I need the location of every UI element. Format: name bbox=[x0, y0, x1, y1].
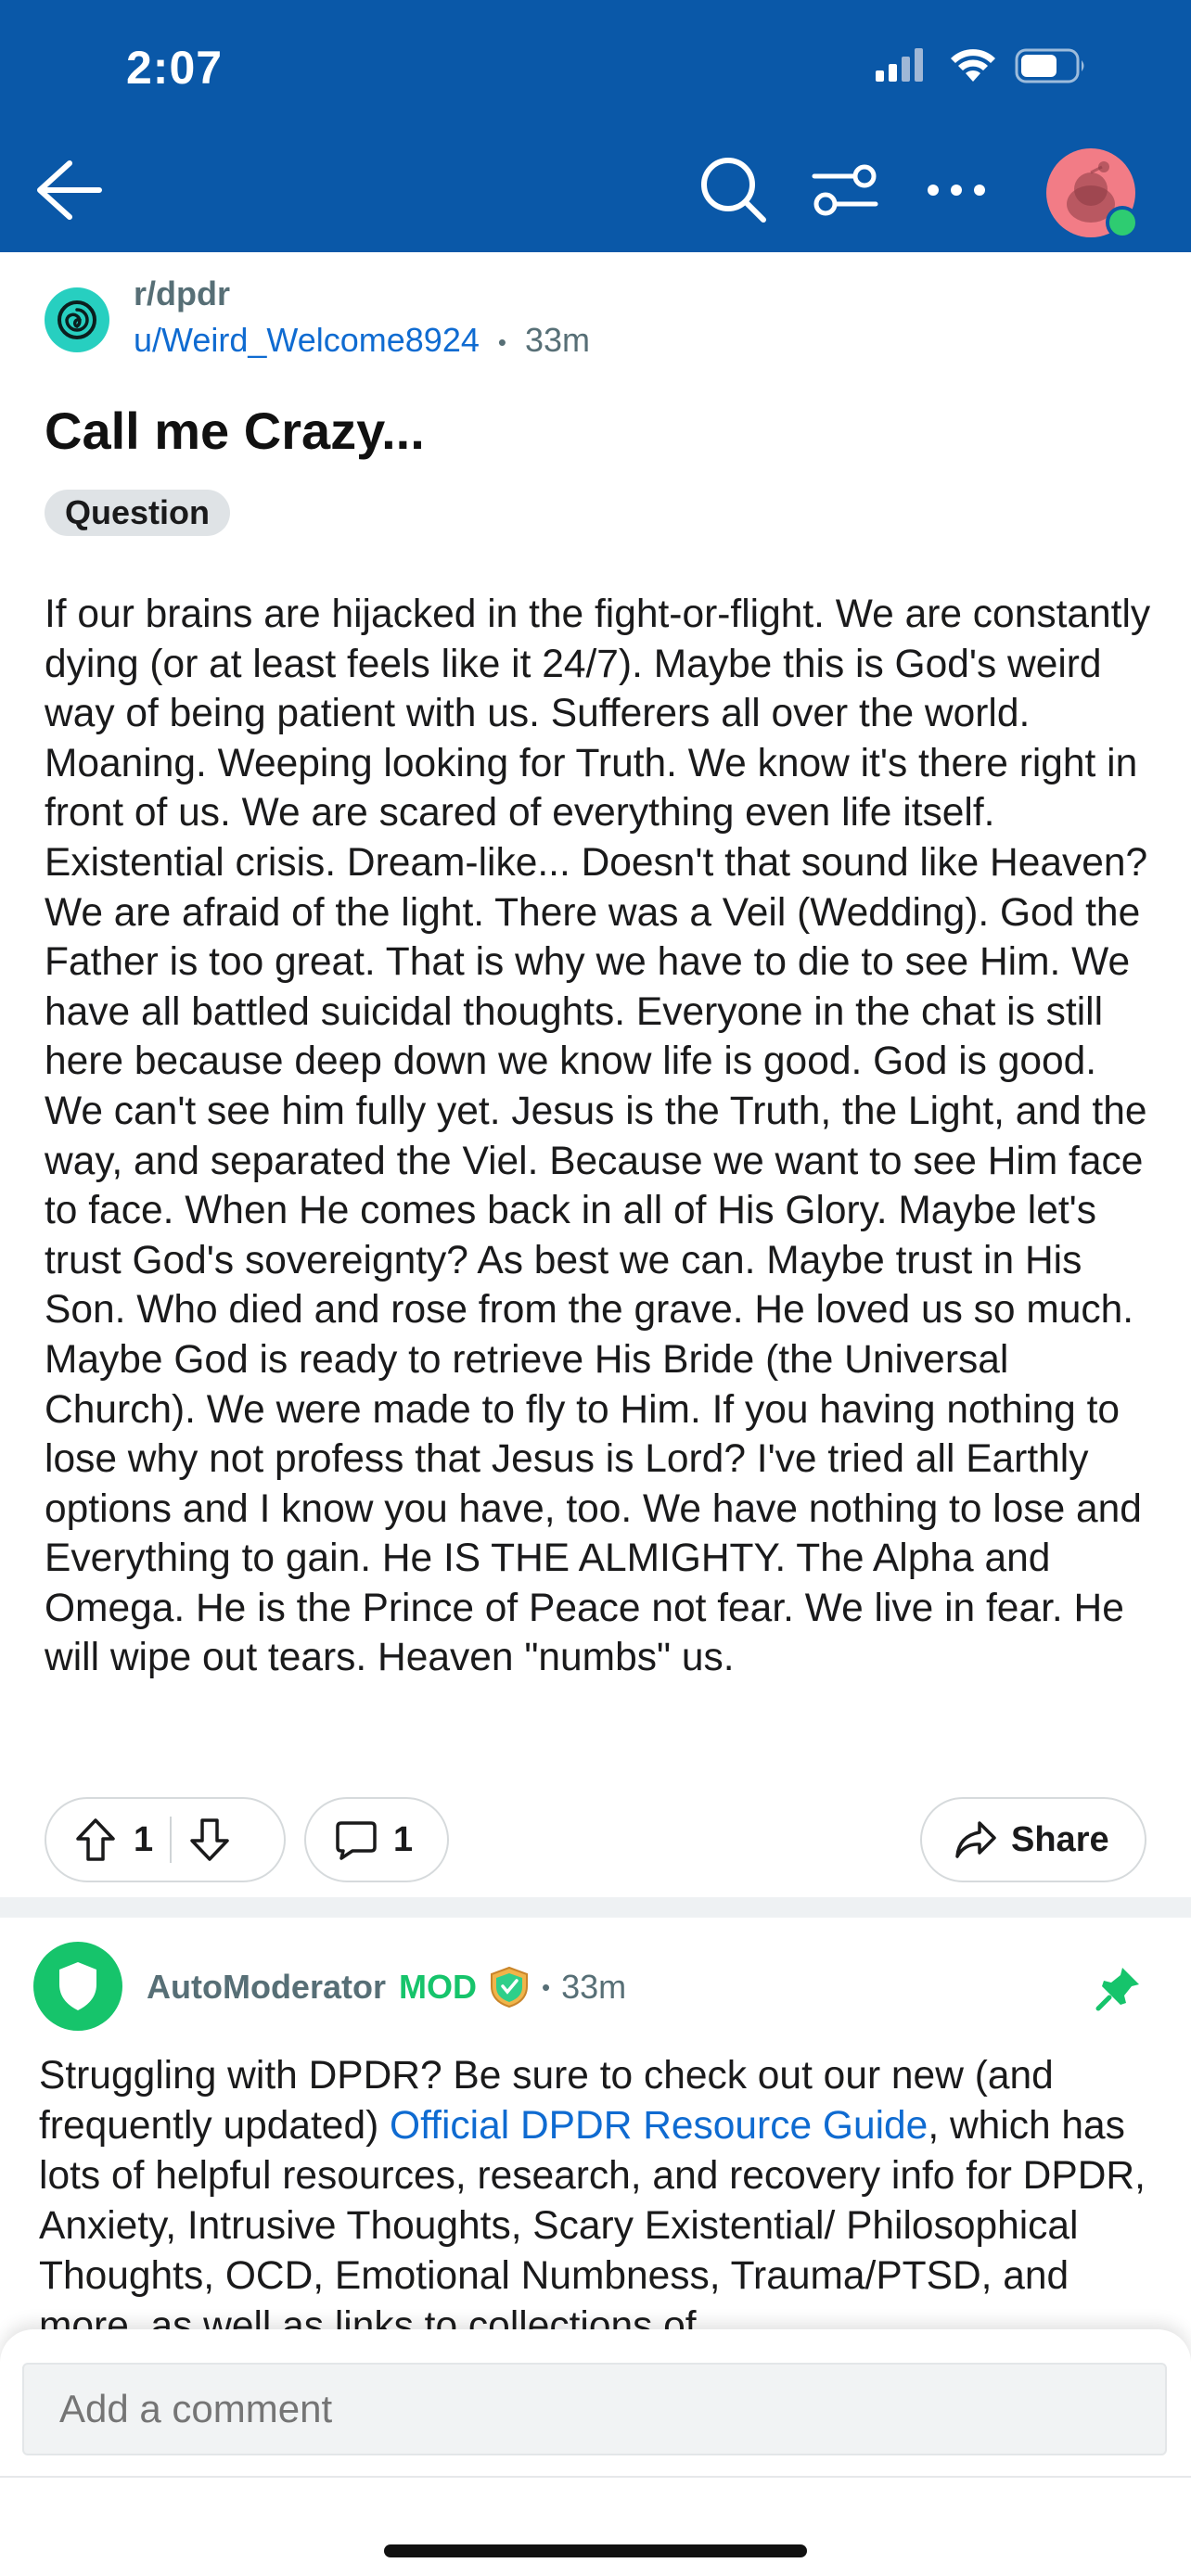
post-body: If our brains are hijacked in the fight-… bbox=[45, 593, 1151, 1680]
resource-guide-link[interactable]: Official DPDR Resource Guide bbox=[390, 2104, 928, 2148]
shield-icon bbox=[59, 1962, 96, 2010]
online-status-dot bbox=[1106, 206, 1139, 239]
post-author[interactable]: u/Weird_Welcome8924 bbox=[134, 321, 480, 359]
more-options-button[interactable] bbox=[915, 148, 998, 232]
share-button[interactable]: Share bbox=[920, 1797, 1146, 1882]
composer-divider bbox=[0, 2476, 1191, 2478]
comment-meta: AutoModerator MOD • 33m bbox=[147, 1966, 626, 2009]
brain-swirl-icon bbox=[58, 300, 96, 339]
add-comment-input[interactable] bbox=[22, 2363, 1167, 2455]
status-time: 2:07 bbox=[126, 42, 224, 94]
moderator-shield-badge-icon bbox=[490, 1966, 528, 2009]
section-divider bbox=[0, 1897, 1191, 1918]
filter-sliders-icon bbox=[812, 164, 878, 216]
nav-row bbox=[0, 148, 1191, 232]
status-icons bbox=[876, 48, 1117, 85]
post-header: r/dpdr u/Weird_Welcome8924 • 33m bbox=[45, 274, 1148, 367]
comment-composer bbox=[0, 2329, 1191, 2576]
meta-separator: • bbox=[497, 327, 506, 356]
wifi-icon bbox=[951, 49, 995, 82]
comment-separator: • bbox=[541, 1972, 551, 2001]
downvote-icon[interactable] bbox=[188, 1817, 231, 1863]
comment-body: Struggling with DPDR? Be sure to check o… bbox=[39, 2051, 1161, 2352]
comment-age: 33m bbox=[561, 1968, 627, 2006]
vote-count: 1 bbox=[134, 1819, 154, 1859]
post-meta: u/Weird_Welcome8924 • 33m bbox=[134, 321, 590, 360]
post-age: 33m bbox=[525, 321, 591, 359]
vote-pill: 1 bbox=[45, 1797, 286, 1882]
user-avatar-button[interactable] bbox=[1046, 148, 1139, 239]
vote-divider bbox=[170, 1817, 173, 1863]
pin-icon bbox=[1095, 1968, 1139, 2011]
back-button[interactable] bbox=[26, 148, 109, 232]
post-title: Call me Crazy... bbox=[45, 402, 425, 460]
battery-icon bbox=[1015, 48, 1084, 83]
search-icon bbox=[701, 158, 766, 223]
cellular-signal-icon bbox=[876, 48, 923, 82]
back-arrow-icon bbox=[37, 160, 102, 220]
upvote-icon[interactable] bbox=[74, 1817, 117, 1863]
comment-bubble-icon bbox=[336, 1821, 377, 1860]
more-dots-icon bbox=[928, 185, 985, 196]
top-bar: 2:07 bbox=[0, 0, 1191, 252]
share-label: Share bbox=[1011, 1819, 1109, 1859]
home-indicator[interactable] bbox=[384, 2544, 807, 2557]
mod-badge: MOD bbox=[398, 1968, 477, 2006]
subreddit-icon[interactable] bbox=[45, 287, 109, 352]
search-button[interactable] bbox=[692, 148, 775, 232]
automoderator-avatar[interactable] bbox=[33, 1942, 122, 2031]
sort-filter-button[interactable] bbox=[803, 148, 887, 232]
subreddit-name[interactable]: r/dpdr bbox=[134, 274, 230, 313]
post-flair[interactable]: Question bbox=[45, 490, 231, 536]
pinned-comment-button[interactable] bbox=[1095, 1964, 1143, 2017]
comment-count: 1 bbox=[393, 1819, 414, 1859]
share-arrow-icon bbox=[955, 1821, 996, 1858]
post-actions: 1 1 Share bbox=[45, 1797, 1146, 1886]
comments-button[interactable]: 1 bbox=[304, 1797, 449, 1882]
comment-author[interactable]: AutoModerator bbox=[147, 1968, 386, 2007]
